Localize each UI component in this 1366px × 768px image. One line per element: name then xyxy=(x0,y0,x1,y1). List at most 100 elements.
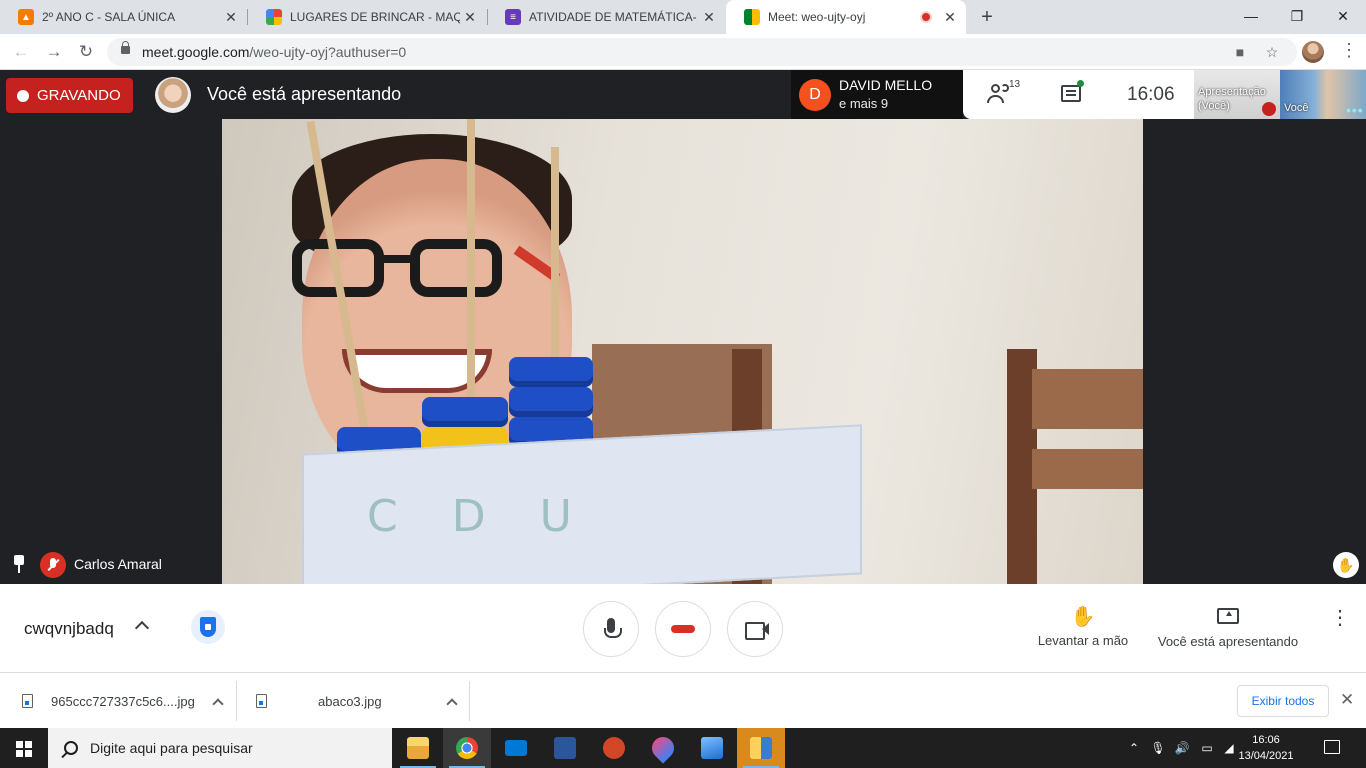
chair-rail xyxy=(1032,449,1143,489)
paint-icon[interactable] xyxy=(639,728,687,768)
recording-label: GRAVANDO xyxy=(37,87,121,104)
classroom-icon: ▲ xyxy=(18,9,34,25)
taskbar-search[interactable]: Digite aqui para pesquisar xyxy=(48,728,392,768)
tab-classroom[interactable]: ▲ 2º ANO C - SALA ÚNICA ✕ xyxy=(0,0,247,34)
present-screen-icon xyxy=(1217,608,1239,624)
notifications-icon[interactable] xyxy=(1324,740,1340,754)
raise-hand-icon[interactable]: ✋ xyxy=(1333,552,1359,578)
people-button[interactable]: 13 xyxy=(987,79,1020,106)
image-file-icon xyxy=(22,694,33,708)
participant-video[interactable]: CDU xyxy=(222,119,1143,584)
chat-button[interactable] xyxy=(1061,80,1084,102)
show-all-downloads-button[interactable]: Exibir todos xyxy=(1237,685,1329,717)
tab-title: Meet: weo-ujty-oyj xyxy=(768,10,866,24)
download-filename: 965ccc727337c5c6....jpg xyxy=(51,693,195,709)
minimize-button[interactable]: — xyxy=(1228,0,1274,34)
meet-top-bar: GRAVANDO Você está apresentando D DAVID … xyxy=(0,70,1366,119)
tab-forms[interactable]: ≡ ATIVIDADE DE MATEMÁTICA- SISTEMA ✕ xyxy=(487,0,725,34)
volume-icon[interactable]: 🔊 xyxy=(1172,728,1192,768)
wifi-icon[interactable]: ◢ xyxy=(1220,728,1238,768)
word-icon[interactable] xyxy=(541,728,589,768)
glasses xyxy=(292,239,512,299)
battery-icon[interactable]: ▭ xyxy=(1196,728,1218,768)
present-label: Você está apresentando xyxy=(1157,634,1299,649)
close-icon[interactable]: ✕ xyxy=(1340,690,1354,710)
tab-title: ATIVIDADE DE MATEMÁTICA- SISTEMA xyxy=(529,10,699,24)
record-dot-icon xyxy=(17,89,29,102)
chevron-up-icon[interactable] xyxy=(212,697,224,710)
restore-button[interactable]: ❐ xyxy=(1274,0,1320,34)
mail-icon[interactable] xyxy=(492,728,540,768)
host-controls-icon[interactable] xyxy=(191,610,225,644)
abacus-cap xyxy=(509,387,593,417)
mic-off-icon xyxy=(40,552,66,578)
speaker-name: DAVID MELLO xyxy=(839,77,933,93)
reload-button[interactable]: ↻ xyxy=(74,40,98,64)
chevron-up-icon[interactable] xyxy=(134,620,150,636)
taskbar-clock[interactable]: 16:06 13/04/2021 xyxy=(1238,732,1294,764)
speaker-avatar: D xyxy=(799,79,831,111)
camera-button[interactable] xyxy=(727,601,783,657)
close-icon[interactable]: ✕ xyxy=(940,9,960,26)
people-icon-second xyxy=(1001,84,1009,92)
close-icon[interactable]: ✕ xyxy=(699,9,719,26)
chevron-up-icon[interactable] xyxy=(446,697,458,710)
tab-meet[interactable]: Meet: weo-ujty-oyj ✕ xyxy=(726,0,966,34)
profile-avatar[interactable] xyxy=(1302,41,1324,63)
self-tile[interactable]: Você ••• xyxy=(1280,70,1366,119)
meet-controls: cwqvnjbadq ✋ Levantar a mão Você está ap… xyxy=(0,584,1366,672)
google-forms-icon: ≡ xyxy=(505,9,521,25)
image-file-icon xyxy=(256,694,267,708)
bookmark-star-icon[interactable]: ☆ xyxy=(1263,43,1281,61)
photos-icon[interactable] xyxy=(688,728,736,768)
close-icon[interactable]: ✕ xyxy=(221,9,241,26)
tab-photos[interactable]: LUGARES DE BRINCAR - MAQUETE ✕ xyxy=(248,0,486,34)
video-stage: CDU Carlos Amaral ✋ xyxy=(0,119,1366,584)
present-button[interactable]: Você está apresentando xyxy=(1152,604,1304,649)
tab-title: 2º ANO C - SALA ÚNICA xyxy=(42,10,176,24)
windows-start-button[interactable] xyxy=(0,728,48,768)
file-explorer-icon[interactable] xyxy=(394,728,442,768)
close-icon[interactable]: ✕ xyxy=(460,9,480,26)
taskbar-date: 13/04/2021 xyxy=(1238,750,1294,762)
abacus-stick xyxy=(551,147,559,377)
muted-icon xyxy=(1262,102,1276,116)
pin-icon[interactable] xyxy=(12,555,26,573)
tab-title: LUGARES DE BRINCAR - MAQUETE xyxy=(290,10,460,24)
microphone-tray-icon[interactable]: 🎙 xyxy=(1148,728,1168,768)
lock-icon xyxy=(121,41,130,54)
powerpoint-icon[interactable] xyxy=(590,728,638,768)
download-filename: abaco3.jpg xyxy=(318,693,382,709)
close-window-button[interactable]: ✕ xyxy=(1320,0,1366,34)
microphone-button[interactable] xyxy=(583,601,639,657)
download-divider xyxy=(469,681,470,721)
browser-menu-icon[interactable]: ⋮ xyxy=(1340,40,1358,61)
participant-name: Carlos Amaral xyxy=(74,556,162,572)
download-item[interactable]: 965ccc727337c5c6....jpg xyxy=(22,673,224,729)
camera-in-use-icon[interactable]: ■ xyxy=(1231,43,1249,61)
tray-chevron-icon[interactable]: ⌃ xyxy=(1124,728,1144,768)
address-bar[interactable]: meet.google.com/weo-ujty-oyj?authuser=0 … xyxy=(107,38,1297,66)
windows-taskbar: Digite aqui para pesquisar ⌃ 🎙 🔊 ▭ ◢ 16:… xyxy=(0,728,1366,768)
presentation-tile-label: Apresentação xyxy=(1198,86,1266,98)
url-path: /weo-ujty-oyj?authuser=0 xyxy=(249,44,407,60)
presentation-tile[interactable]: Apresentação (Você) xyxy=(1194,70,1280,119)
more-options-icon[interactable]: ⋮ xyxy=(1330,608,1350,628)
leave-call-button[interactable] xyxy=(655,601,711,657)
back-button[interactable]: ← xyxy=(9,40,33,64)
new-message-dot xyxy=(1077,80,1084,87)
download-item[interactable]: abaco3.jpg xyxy=(256,673,458,729)
chrome-icon[interactable] xyxy=(443,728,491,768)
raise-hand-button[interactable]: ✋ Levantar a mão xyxy=(1030,604,1136,648)
speaker-more: e mais 9 xyxy=(839,96,889,111)
active-speaker: D DAVID MELLO e mais 9 xyxy=(791,70,963,119)
forward-button[interactable]: → xyxy=(42,40,66,64)
meeting-code[interactable]: cwqvnjbadq xyxy=(24,619,114,639)
new-tab-button[interactable]: + xyxy=(976,4,998,30)
url-text[interactable]: meet.google.com/weo-ujty-oyj?authuser=0 xyxy=(142,44,406,60)
file-viewer-icon[interactable] xyxy=(737,728,785,768)
self-avatar xyxy=(155,77,191,113)
abacus-stick xyxy=(467,119,475,409)
tab-strip: ▲ 2º ANO C - SALA ÚNICA ✕ LUGARES DE BRI… xyxy=(0,0,1366,34)
url-host: meet.google.com xyxy=(142,44,250,60)
